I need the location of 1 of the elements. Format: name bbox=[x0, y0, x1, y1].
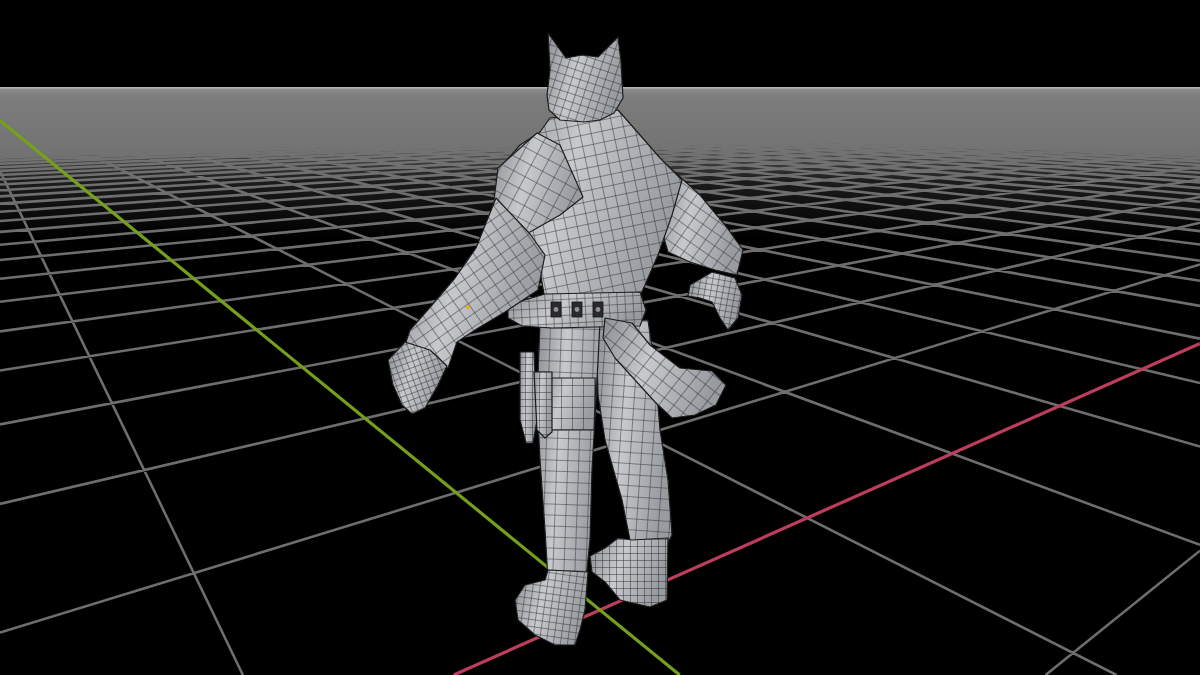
dot-icon bbox=[466, 305, 470, 309]
